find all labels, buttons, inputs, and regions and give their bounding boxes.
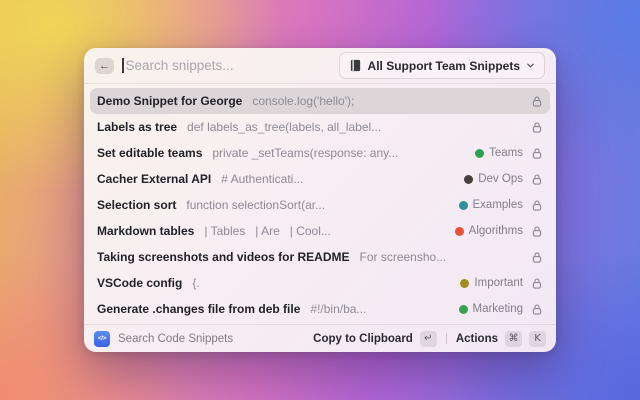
snippet-title: VSCode config — [97, 276, 183, 290]
snippet-row[interactable]: Taking screenshots and videos for README… — [90, 244, 550, 270]
code-snippets-extension-icon: </> — [94, 330, 110, 347]
label-tag-text: Marketing — [472, 303, 524, 315]
row-accessories: Teams — [467, 147, 543, 160]
row-accessories: Dev Ops — [456, 173, 543, 186]
label-tag: Important — [460, 277, 523, 289]
row-accessories — [523, 95, 543, 108]
snippet-title: Set editable teams — [97, 146, 203, 160]
label-color-dot — [460, 278, 470, 288]
lock-icon — [531, 147, 543, 160]
label-tag-text: Teams — [489, 147, 523, 159]
snippet-row[interactable]: Set editable teams private _setTeams(res… — [90, 140, 550, 166]
snippet-library-dropdown[interactable]: All Support Team Snippets — [338, 52, 545, 79]
row-accessories: Important — [452, 277, 543, 290]
snippet-code-preview: console.log('hello'); — [252, 94, 355, 108]
row-accessories: Algorithms — [447, 225, 543, 238]
snippet-row[interactable]: Labels as tree def labels_as_tree(labels… — [90, 114, 550, 140]
label-color-dot — [458, 200, 468, 210]
snippet-row[interactable]: Demo Snippet for George console.log('hel… — [90, 88, 550, 114]
snippet-title: Taking screenshots and videos for README — [97, 250, 350, 264]
desktop-background: { "search": { "back_label": "\u2190", "p… — [0, 0, 640, 400]
lock-icon — [531, 277, 543, 290]
text-caret — [122, 58, 124, 73]
snippet-title: Cacher External API — [97, 172, 212, 186]
snippet-code-preview: private _setTeams(response: any... — [212, 146, 399, 160]
enter-key-icon: ↵ — [419, 330, 437, 347]
lock-icon — [531, 173, 543, 186]
snippet-code-preview: # Authenticati... — [221, 172, 304, 186]
actions-label: Actions — [455, 332, 498, 345]
snippet-row[interactable]: Generate .changes file from deb file #!/… — [90, 296, 550, 322]
label-tag-text: Algorithms — [468, 225, 523, 237]
snippet-code-preview: #!/bin/ba... — [310, 302, 367, 316]
lock-icon — [531, 199, 543, 212]
snippet-title: Generate .changes file from deb file — [97, 302, 301, 316]
lock-icon — [531, 95, 543, 108]
back-arrow-icon: ← — [99, 59, 110, 72]
library-book-icon — [350, 59, 360, 72]
row-accessories — [523, 121, 543, 134]
label-color-dot — [454, 226, 464, 236]
snippet-row[interactable]: Markdown tables | Tables | Are | Cool...… — [90, 218, 550, 244]
chevron-down-icon — [527, 63, 534, 68]
lock-icon — [531, 121, 543, 134]
snippet-row[interactable]: Selection sort function selectionSort(ar… — [90, 192, 550, 218]
snippet-code-preview: def labels_as_tree(labels, all_label... — [187, 120, 382, 134]
snippet-search-window: ← All Support Team Snippets Demo Snippet… — [84, 48, 556, 352]
snippet-code-preview: function selectionSort(ar... — [186, 198, 326, 212]
row-accessories: Marketing — [451, 303, 544, 316]
label-tag: Examples — [458, 199, 524, 211]
command-key-icon: ⌘ — [505, 330, 522, 347]
label-color-dot — [475, 148, 485, 158]
snippet-code-preview: {. — [192, 276, 200, 290]
k-key-icon: K — [529, 330, 546, 347]
snippet-list: Demo Snippet for George console.log('hel… — [84, 84, 556, 324]
back-button[interactable]: ← — [95, 57, 114, 74]
snippet-title: Demo Snippet for George — [97, 94, 243, 108]
extension-name: Search Code Snippets — [118, 332, 234, 345]
label-tag-text: Examples — [472, 199, 524, 211]
snippet-title: Labels as tree — [97, 120, 178, 134]
snippet-title: Markdown tables — [97, 224, 195, 238]
status-bar-divider — [445, 333, 447, 344]
lock-icon — [531, 303, 543, 316]
label-tag: Teams — [475, 147, 523, 159]
search-bar: ← All Support Team Snippets — [84, 48, 556, 84]
lock-icon — [531, 225, 543, 238]
search-input[interactable] — [125, 58, 331, 73]
label-tag: Dev Ops — [464, 173, 523, 185]
snippet-row[interactable]: VSCode config {. Important — [90, 270, 550, 296]
snippet-code-preview: | Tables | Are | Cool... — [204, 224, 331, 238]
actions-button[interactable]: Actions ⌘ K — [455, 330, 546, 347]
dropdown-selected-value: All Support Team Snippets — [367, 58, 520, 73]
row-accessories: Examples — [451, 199, 544, 212]
label-tag: Algorithms — [454, 225, 523, 237]
lock-icon — [531, 251, 543, 264]
status-bar: </> Search Code Snippets Copy to Clipboa… — [84, 324, 556, 352]
snippet-code-preview: For screensho... — [359, 250, 447, 264]
row-accessories — [523, 251, 543, 264]
label-color-dot — [458, 304, 468, 314]
code-glyph: </> — [97, 335, 107, 342]
label-color-dot — [464, 174, 474, 184]
label-tag-text: Dev Ops — [478, 173, 523, 185]
status-bar-actions: Copy to Clipboard ↵ Actions ⌘ K — [313, 330, 546, 347]
label-tag: Marketing — [458, 303, 524, 315]
copy-to-clipboard-button[interactable]: Copy to Clipboard ↵ — [313, 330, 437, 347]
snippet-title: Selection sort — [97, 198, 177, 212]
copy-to-clipboard-label: Copy to Clipboard — [313, 332, 413, 345]
snippet-row[interactable]: Cacher External API # Authenticati... De… — [90, 166, 550, 192]
label-tag-text: Important — [474, 277, 523, 289]
